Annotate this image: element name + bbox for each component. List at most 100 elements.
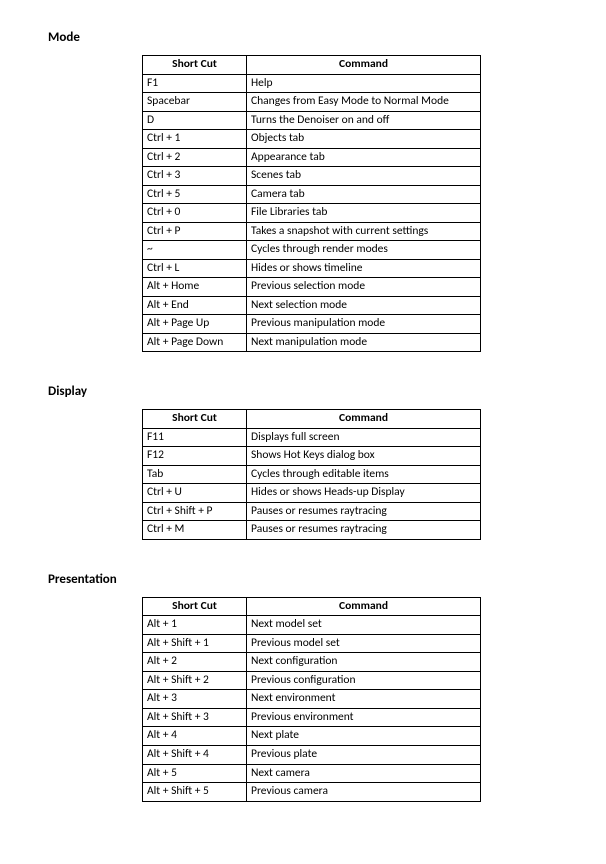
cell-shortcut: Alt + Page Down (143, 333, 247, 352)
cell-command: Scenes tab (247, 167, 481, 186)
section-mode: Mode Short CutCommandF1HelpSpacebarChange… (48, 30, 606, 352)
cell-shortcut: Ctrl + P (143, 222, 247, 241)
cell-shortcut: Spacebar (143, 93, 247, 112)
header-command: Command (247, 410, 481, 429)
cell-command: Cycles through render modes (247, 241, 481, 260)
cell-command: Camera tab (247, 185, 481, 204)
section-title: Presentation (48, 572, 606, 587)
cell-command: Next model set (247, 616, 481, 635)
cell-command: Appearance tab (247, 148, 481, 167)
table-row: Alt + Page DownNext manipulation mode (143, 333, 481, 352)
cell-shortcut: Alt + Shift + 4 (143, 745, 247, 764)
section-display: Display Short CutCommandF11Displays full … (48, 384, 606, 540)
table-row: Alt + HomePrevious selection mode (143, 278, 481, 297)
cell-command: File Libraries tab (247, 204, 481, 223)
shortcuts-table: Short CutCommandAlt + 1Next model setAlt… (142, 597, 481, 802)
cell-command: Next camera (247, 764, 481, 783)
cell-command: Previous plate (247, 745, 481, 764)
cell-shortcut: Alt + 2 (143, 653, 247, 672)
table-row: Ctrl + 2Appearance tab (143, 148, 481, 167)
cell-command: Next selection mode (247, 296, 481, 315)
table-row: Alt + 5Next camera (143, 764, 481, 783)
cell-command: Previous selection mode (247, 278, 481, 297)
cell-shortcut: F11 (143, 428, 247, 447)
cell-command: Next configuration (247, 653, 481, 672)
cell-shortcut: Alt + Shift + 5 (143, 783, 247, 802)
cell-shortcut: Ctrl + 1 (143, 130, 247, 149)
cell-shortcut: Alt + Shift + 3 (143, 708, 247, 727)
cell-shortcut: Ctrl + 2 (143, 148, 247, 167)
table-row: Alt + Shift + 1Previous model set (143, 634, 481, 653)
cell-command: Turns the Denoiser on and off (247, 111, 481, 130)
table-row: Alt + Page UpPrevious manipulation mode (143, 315, 481, 334)
cell-shortcut: D (143, 111, 247, 130)
section-title: Display (48, 384, 606, 399)
cell-command: Changes from Easy Mode to Normal Mode (247, 93, 481, 112)
cell-command: Next environment (247, 690, 481, 709)
table-row: Ctrl + 3Scenes tab (143, 167, 481, 186)
table-row: Ctrl + UHides or shows Heads-up Display (143, 484, 481, 503)
cell-shortcut: Ctrl + Shift + P (143, 502, 247, 521)
cell-shortcut: Ctrl + 5 (143, 185, 247, 204)
shortcuts-table: Short CutCommandF1HelpSpacebarChanges fr… (142, 55, 481, 352)
cell-command: Objects tab (247, 130, 481, 149)
table-row: Alt + Shift + 5Previous camera (143, 783, 481, 802)
table-row: Ctrl + 5Camera tab (143, 185, 481, 204)
table-row: Alt + EndNext selection mode (143, 296, 481, 315)
table-row: Ctrl + Shift + PPauses or resumes raytra… (143, 502, 481, 521)
cell-command: Previous camera (247, 783, 481, 802)
table-row: Alt + 2Next configuration (143, 653, 481, 672)
table-row: SpacebarChanges from Easy Mode to Normal… (143, 93, 481, 112)
shortcuts-table: Short CutCommandF11Displays full screenF… (142, 409, 481, 540)
section-presentation: PresentationShort CutCommandAlt + 1Next … (48, 572, 606, 802)
cell-command: Help (247, 74, 481, 93)
cell-shortcut: Ctrl + L (143, 259, 247, 278)
cell-command: Previous manipulation mode (247, 315, 481, 334)
table-row: F11Displays full screen (143, 428, 481, 447)
cell-shortcut: ~ (143, 241, 247, 260)
cell-command: Previous model set (247, 634, 481, 653)
header-shortcut: Short Cut (143, 597, 247, 616)
table-row: ~Cycles through render modes (143, 241, 481, 260)
cell-shortcut: Alt + Shift + 2 (143, 671, 247, 690)
cell-shortcut: F1 (143, 74, 247, 93)
header-shortcut: Short Cut (143, 56, 247, 75)
cell-shortcut: Alt + End (143, 296, 247, 315)
cell-shortcut: Alt + 3 (143, 690, 247, 709)
table-header-row: Short CutCommand (143, 597, 481, 616)
cell-shortcut: Ctrl + U (143, 484, 247, 503)
table-row: Alt + Shift + 2Previous configuration (143, 671, 481, 690)
table-row: Ctrl + 1Objects tab (143, 130, 481, 149)
table-row: DTurns the Denoiser on and off (143, 111, 481, 130)
document-content: ModeShort CutCommandF1HelpSpacebarChange… (48, 30, 606, 802)
cell-shortcut: Alt + 1 (143, 616, 247, 635)
header-command: Command (247, 597, 481, 616)
header-shortcut: Short Cut (143, 410, 247, 429)
table-row: Alt + Shift + 3Previous environment (143, 708, 481, 727)
table-row: TabCycles through editable items (143, 465, 481, 484)
table-row: Alt + 3Next environment (143, 690, 481, 709)
cell-command: Displays full screen (247, 428, 481, 447)
section-title: Mode (48, 30, 606, 45)
cell-shortcut: Alt + Shift + 1 (143, 634, 247, 653)
cell-command: Shows Hot Keys dialog box (247, 447, 481, 466)
table-row: Alt + 1Next model set (143, 616, 481, 635)
cell-command: Hides or shows timeline (247, 259, 481, 278)
table-row: Ctrl + MPauses or resumes raytracing (143, 521, 481, 540)
table-row: Alt + Shift + 4Previous plate (143, 745, 481, 764)
table-row: Ctrl + LHides or shows timeline (143, 259, 481, 278)
table-row: F12Shows Hot Keys dialog box (143, 447, 481, 466)
cell-command: Previous configuration (247, 671, 481, 690)
cell-shortcut: Ctrl + M (143, 521, 247, 540)
cell-command: Next manipulation mode (247, 333, 481, 352)
table-row: Alt + 4Next plate (143, 727, 481, 746)
cell-shortcut: Alt + Home (143, 278, 247, 297)
cell-command: Takes a snapshot with current settings (247, 222, 481, 241)
table-row: Ctrl + 0File Libraries tab (143, 204, 481, 223)
cell-shortcut: Ctrl + 3 (143, 167, 247, 186)
header-command: Command (247, 56, 481, 75)
table-header-row: Short CutCommand (143, 410, 481, 429)
cell-command: Cycles through editable items (247, 465, 481, 484)
cell-shortcut: F12 (143, 447, 247, 466)
cell-shortcut: Alt + Page Up (143, 315, 247, 334)
